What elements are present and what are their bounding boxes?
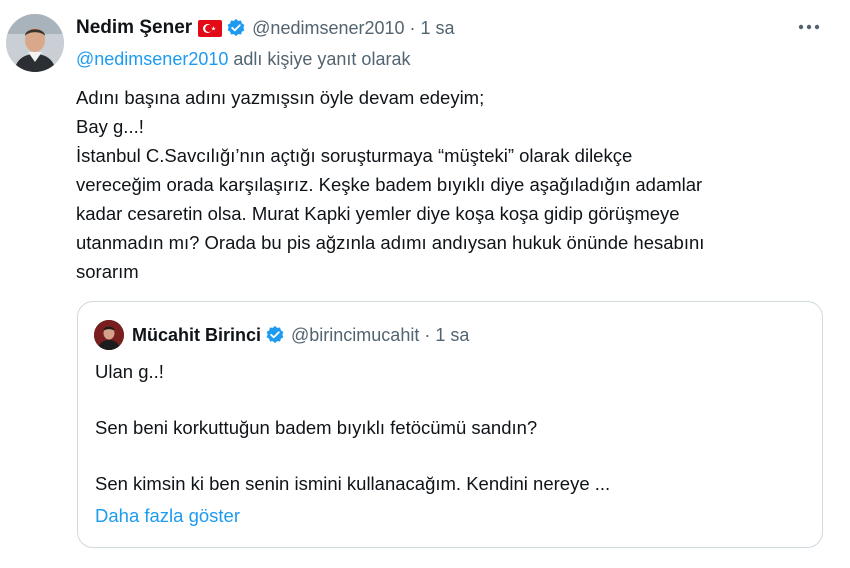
reply-context-label: adlı kişiye yanıt olarak	[228, 49, 411, 69]
tweet-line: Bay g...!	[76, 116, 144, 137]
tweet-timestamp[interactable]: 1 sa	[421, 18, 455, 39]
quoted-line: Ulan g..!	[95, 361, 164, 382]
quoted-author-avatar[interactable]	[94, 320, 124, 350]
tweet-line: sorarım	[76, 261, 139, 282]
quoted-tweet-text: Ulan g..! Sen beni korkuttuğun badem bıy…	[95, 358, 610, 498]
author-avatar[interactable]	[6, 14, 64, 72]
quoted-line: Sen kimsin ki ben senin ismini kullanaca…	[95, 473, 611, 494]
tweet-line: vereceğim orada karşılaşırız. Keşke bade…	[76, 174, 703, 195]
verified-badge-icon[interactable]	[265, 325, 285, 345]
quoted-author-name[interactable]: Mücahit Birinci	[132, 325, 261, 346]
tweet-header: Nedim Şener @nedimsener2010 · 1 sa	[76, 14, 455, 42]
show-more-link[interactable]: Daha fazla göster	[95, 505, 240, 527]
quoted-tweet-timestamp[interactable]: 1 sa	[435, 325, 469, 346]
separator-dot: ·	[424, 324, 431, 345]
quoted-tweet-header: Mücahit Birinci @birincimucahit · 1 sa	[94, 320, 469, 350]
tweet-line: utanmadın mı? Orada bu pis ağzınla adımı…	[76, 232, 705, 253]
more-options-icon	[798, 24, 820, 30]
reply-to-handle[interactable]: @nedimsener2010	[76, 49, 228, 69]
separator-dot: ·	[409, 17, 416, 38]
tweet-line: Adını başına adını yazmışsın öyle devam …	[76, 87, 485, 108]
turkey-flag-icon	[198, 19, 223, 37]
author-name[interactable]: Nedim Şener	[76, 17, 192, 39]
reply-context: @nedimsener2010 adlı kişiye yanıt olarak	[76, 49, 410, 70]
quoted-author-handle[interactable]: @birincimucahit	[291, 325, 419, 346]
author-handle[interactable]: @nedimsener2010	[252, 18, 404, 39]
tweet-line: İstanbul C.Savcılığı’nın açtığı soruştur…	[76, 145, 633, 166]
quoted-line: Sen beni korkuttuğun badem bıyıklı fetöc…	[95, 417, 538, 438]
more-options-button[interactable]	[794, 16, 824, 38]
tweet-text: Adını başına adını yazmışsın öyle devam …	[76, 83, 826, 286]
quoted-tweet[interactable]: Mücahit Birinci @birincimucahit · 1 sa U…	[77, 301, 823, 548]
tweet-line: kadar cesaretin olsa. Murat Kapki yemler…	[76, 203, 680, 224]
verified-badge-icon[interactable]	[226, 18, 246, 38]
